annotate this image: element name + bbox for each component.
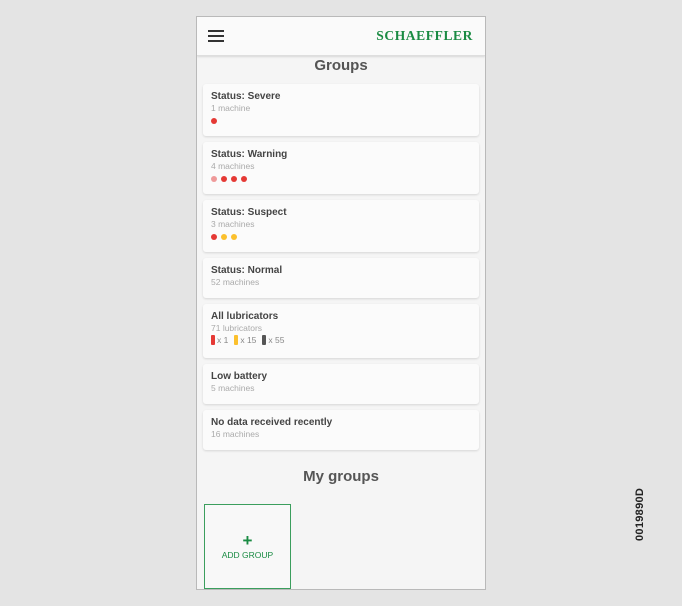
lubricator-red-icon <box>211 335 215 345</box>
group-card-title: Status: Suspect <box>211 207 287 218</box>
group-card-severe[interactable]: Status: Severe 1 machine <box>203 84 479 136</box>
group-card-title: Low battery <box>211 371 268 382</box>
group-card-title: Status: Severe <box>211 91 281 102</box>
status-dot-icon <box>231 233 237 240</box>
add-group-label: ADD GROUP <box>221 549 274 560</box>
lubricator-count-label: x 15 <box>240 335 257 345</box>
phone-screen: SCHAEFFLER Groups Status: Severe 1 machi… <box>196 16 486 590</box>
status-dot-icon <box>221 233 227 240</box>
group-card-subtitle: 5 machines <box>211 383 255 393</box>
status-dot-icon <box>241 175 247 182</box>
brand-logo: SCHAEFFLER <box>376 28 473 43</box>
status-dot-icon <box>211 175 217 182</box>
lubricator-count-label: x 55 <box>268 335 285 345</box>
status-dot-icon <box>221 175 227 182</box>
top-app-bar: SCHAEFFLER <box>197 17 485 56</box>
lubricator-red-count: x 1 <box>211 335 228 345</box>
status-dots <box>211 174 471 183</box>
group-card-title: All lubricators <box>211 311 279 322</box>
status-dot-icon <box>211 233 217 240</box>
lubricator-gray-count: x 55 <box>262 335 285 345</box>
status-dot-icon <box>211 117 217 124</box>
group-card-warning[interactable]: Status: Warning 4 machines <box>203 142 479 194</box>
group-card-title: No data received recently <box>211 417 333 428</box>
group-card-title: Status: Normal <box>211 265 283 276</box>
groups-title: Groups <box>314 57 368 74</box>
group-card-subtitle: 52 machines <box>211 277 260 287</box>
figure-code-label: 0019890D <box>634 487 646 541</box>
group-card-subtitle: 4 machines <box>211 161 255 171</box>
group-card-normal[interactable]: Status: Normal 52 machines <box>203 258 479 298</box>
group-card-lubricators[interactable]: All lubricators 71 lubricators x 1 x 15 … <box>203 304 479 358</box>
lubricator-gray-icon <box>262 335 267 345</box>
status-dots <box>211 232 471 241</box>
status-dots <box>211 116 471 125</box>
group-card-low-battery[interactable]: Low battery 5 machines <box>203 364 479 404</box>
group-card-no-data[interactable]: No data received recently 16 machines <box>203 410 479 450</box>
group-card-subtitle: 71 lubricators <box>211 323 263 333</box>
lubricator-counts: x 1 x 15 x 55 <box>211 335 471 345</box>
lubricator-yellow-count: x 15 <box>234 335 256 345</box>
group-card-subtitle: 1 machine <box>211 103 251 113</box>
group-card-subtitle: 3 machines <box>211 219 255 229</box>
add-group-button[interactable]: + ADD GROUP <box>204 504 291 589</box>
plus-icon: + <box>242 530 253 550</box>
lubricator-yellow-icon <box>234 335 239 345</box>
lubricator-count-label: x 1 <box>217 335 229 345</box>
hamburger-menu-icon[interactable] <box>208 30 224 42</box>
group-card-subtitle: 16 machines <box>211 429 260 439</box>
my-groups-title: My groups <box>303 468 379 485</box>
group-card-suspect[interactable]: Status: Suspect 3 machines <box>203 200 479 252</box>
group-card-title: Status: Warning <box>211 149 288 160</box>
status-dot-icon <box>231 175 237 182</box>
